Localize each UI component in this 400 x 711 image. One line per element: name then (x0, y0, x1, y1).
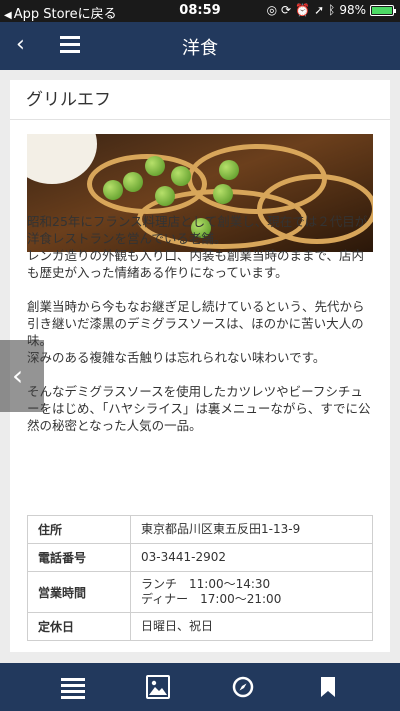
description-paragraph: 昭和25年にフランス料理店として創業し、現在では２代目が洋食レストランを営んでい… (27, 214, 368, 280)
info-label: 住所 (27, 515, 131, 544)
status-bar: ◀ App Storeに戻る 08:59 ◎ ⟳ ⏰ ➚ ᛒ 98% (0, 0, 400, 22)
closed-days-value: 日曜日、祝日 (130, 612, 373, 641)
status-indicators: ◎ ⟳ ⏰ ➚ ᛒ 98% (266, 3, 396, 17)
hours-value: ランチ 11:00〜14:30 ディナー 17:00〜21:00 (130, 571, 373, 613)
table-row: 営業時間 ランチ 11:00〜14:30 ディナー 17:00〜21:00 (27, 571, 373, 613)
table-row: 電話番号 03-3441-2902 (27, 543, 373, 572)
battery-icon (370, 4, 396, 16)
description-paragraph: そんなデミグラスソースを使用したカツレツやビーフシチューをはじめ、「ハヤシライス… (27, 384, 371, 433)
alarm-icon: ⏰ (295, 3, 311, 17)
bluetooth-icon: ᛒ (328, 3, 336, 17)
image-icon[interactable] (146, 675, 170, 699)
rotation-lock-icon: ⟳ (281, 3, 292, 17)
location-arrow-icon: ➚ (314, 3, 325, 17)
pea (145, 156, 165, 176)
list-icon[interactable] (61, 675, 85, 699)
table-row: 住所 東京都品川区東五反田1-13-9 (27, 515, 373, 544)
pea (103, 180, 123, 200)
restaurant-info-table: 住所 東京都品川区東五反田1-13-9 電話番号 03-3441-2902 営業… (27, 515, 373, 641)
description-paragraph: 創業当時から今もなお継ぎ足し続けているという、先代から引き継いだ漆黒のデミグラス… (27, 299, 365, 365)
pea (213, 184, 233, 204)
info-label: 営業時間 (27, 571, 131, 613)
pea (155, 186, 175, 206)
restaurant-description: 昭和25年にフランス料理店として創業し、現在では２代目が洋食レストランを営んでい… (27, 213, 375, 451)
phone-value[interactable]: 03-3441-2902 (130, 543, 373, 572)
battery-percent: 98% (339, 3, 366, 17)
location-icon: ◎ (266, 3, 278, 17)
compass-icon[interactable] (231, 675, 255, 699)
rice-plate (27, 134, 97, 184)
table-row: 定休日 日曜日、祝日 (27, 612, 373, 641)
tab-bar (0, 663, 400, 711)
previous-page-arrow-icon[interactable]: ‹ (0, 340, 44, 412)
info-label: 電話番号 (27, 543, 131, 572)
info-label: 定休日 (27, 612, 131, 641)
pea (171, 166, 191, 186)
pea (219, 160, 239, 180)
battery-fill (372, 6, 392, 14)
restaurant-name: グリルエフ (10, 80, 390, 120)
pea (123, 172, 143, 192)
bookmark-icon[interactable] (316, 675, 340, 699)
page-title: 洋食 (182, 38, 218, 59)
navigation-bar: ‹ 洋食 (0, 22, 400, 70)
address-value: 東京都品川区東五反田1-13-9 (130, 515, 373, 544)
